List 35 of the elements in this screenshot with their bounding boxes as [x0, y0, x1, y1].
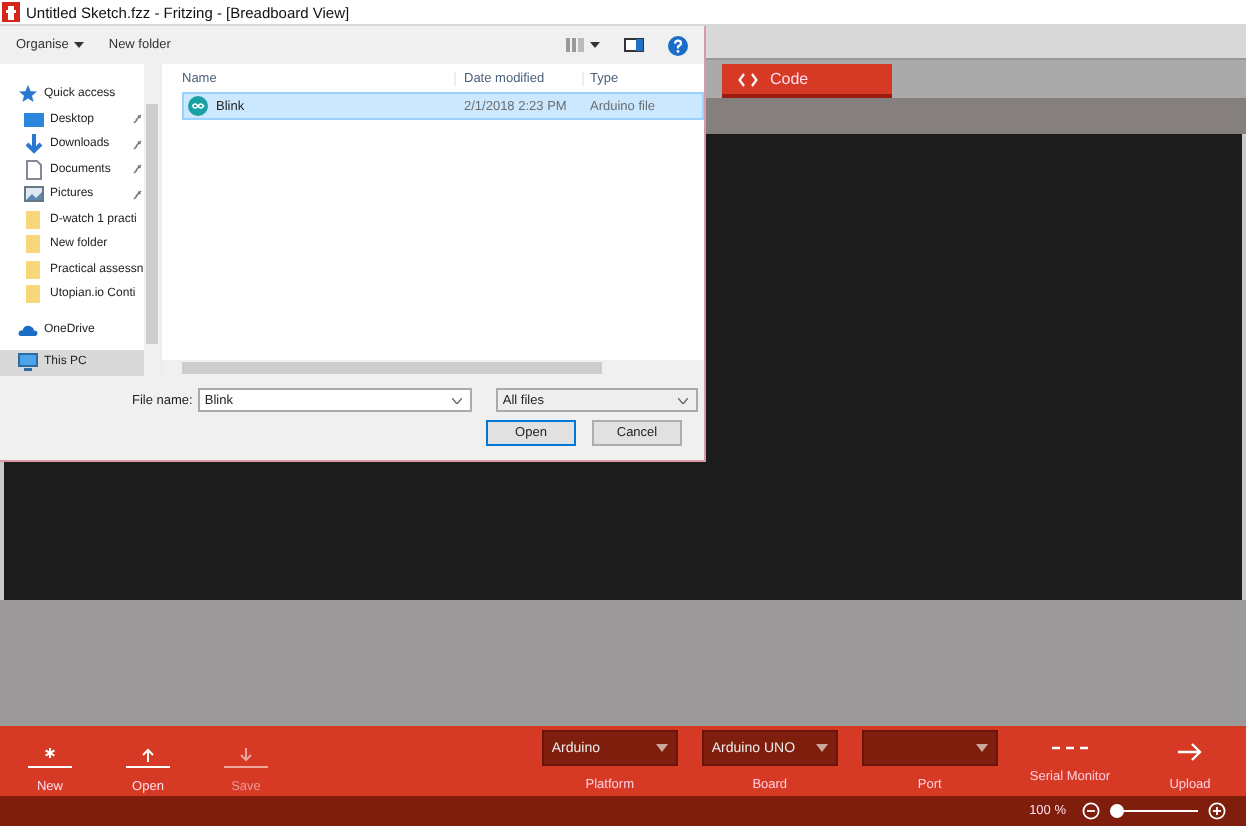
folder-icon [24, 234, 44, 255]
folder-icon [24, 259, 44, 280]
down-arrow-icon [24, 134, 44, 155]
grid-icon [566, 38, 584, 52]
desktop-icon [24, 109, 44, 130]
zoom-out-icon [1082, 802, 1100, 820]
document-icon [24, 159, 44, 180]
caret-icon [655, 744, 668, 752]
zoom-in-icon [1208, 802, 1226, 820]
down-arrow-icon [222, 746, 270, 770]
chevron-icon [678, 397, 689, 403]
picture-icon [24, 184, 44, 205]
caret-icon [975, 744, 988, 752]
caret-icon [815, 744, 828, 752]
computer-icon [18, 352, 38, 373]
chevron-icon [452, 397, 463, 403]
right-arrow-icon [1176, 742, 1204, 762]
star-icon [18, 84, 38, 105]
dashes-icon [1051, 742, 1088, 754]
caret-icon [74, 42, 85, 48]
code-tab[interactable]: Code [722, 64, 892, 98]
help-button[interactable] [668, 35, 688, 55]
asterisk-icon [26, 746, 74, 770]
view-options-button[interactable] [566, 38, 600, 52]
scrollbar[interactable] [162, 360, 704, 376]
caret-icon [590, 42, 600, 48]
code-icon [738, 71, 758, 87]
help-icon [668, 35, 688, 55]
infinity-icon [188, 96, 208, 116]
pane-icon [624, 38, 644, 52]
folder-icon [24, 209, 44, 230]
up-arrow-icon [124, 746, 172, 770]
preview-pane-button[interactable] [624, 38, 644, 52]
folder-icon [24, 284, 44, 305]
slider-thumb[interactable] [1109, 804, 1124, 818]
